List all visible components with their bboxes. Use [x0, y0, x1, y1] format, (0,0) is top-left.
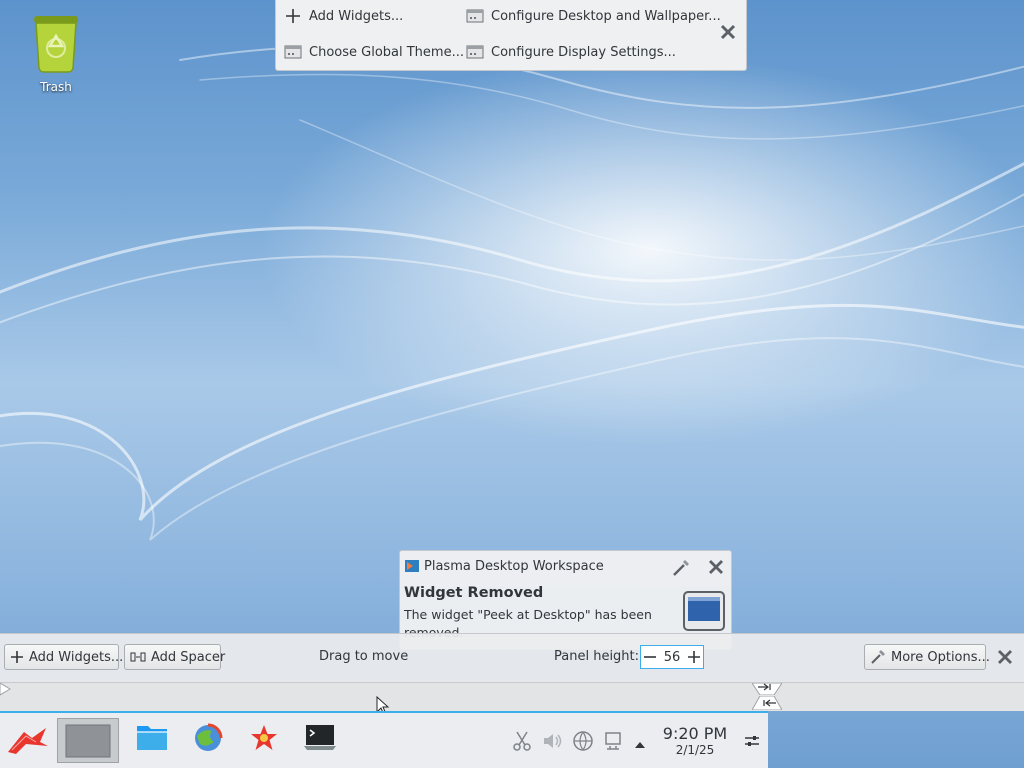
- toolbox-global-theme-label: Choose Global Theme...: [309, 44, 464, 60]
- browser-launcher[interactable]: [192, 722, 224, 758]
- min-length-handle[interactable]: [752, 696, 782, 710]
- plasma-app-icon: [405, 560, 419, 572]
- panel-config-close-button[interactable]: [995, 647, 1015, 671]
- app-icon: [251, 725, 277, 750]
- clipboard-tray-button[interactable]: [512, 730, 532, 756]
- panel-settings-button[interactable]: [744, 733, 760, 753]
- app-launcher-star[interactable]: [248, 722, 280, 758]
- toolbox-configure-desktop-label: Configure Desktop and Wallpaper...: [491, 8, 721, 24]
- toolbox-close-button[interactable]: [716, 20, 740, 44]
- panel-add-spacer-label: Add Spacer: [151, 649, 226, 665]
- clock-time: 9:20 PM: [662, 724, 728, 743]
- digital-clock[interactable]: 9:20 PM 2/1/25: [660, 725, 730, 758]
- terminal-launcher[interactable]: [304, 722, 336, 756]
- toolbox-global-theme[interactable]: Choose Global Theme...: [284, 38, 464, 66]
- window-icon: [65, 724, 111, 757]
- file-manager-icon: [137, 726, 167, 750]
- wrench-icon: [673, 560, 689, 576]
- notification-close-button[interactable]: [706, 557, 726, 581]
- panel-height-label: Panel height:: [554, 649, 640, 664]
- device-notifier-icon: [605, 732, 621, 750]
- task-window-active[interactable]: [57, 718, 119, 763]
- drag-to-move-handle[interactable]: Drag to move: [319, 649, 408, 664]
- notification-app-name: Plasma Desktop Workspace: [424, 559, 604, 574]
- notification-title: Widget Removed: [404, 585, 544, 601]
- plus-icon: [10, 650, 24, 664]
- device-notifier-tray-button[interactable]: [602, 730, 624, 756]
- clock-date: 2/1/25: [675, 743, 715, 757]
- theme-icon: [284, 43, 302, 61]
- notification-configure-button[interactable]: [670, 557, 692, 583]
- terminal-icon: [304, 725, 336, 750]
- browser-icon: [195, 723, 223, 751]
- expand-arrow-icon: [635, 742, 645, 748]
- toolbox-display-settings[interactable]: Configure Display Settings...: [466, 38, 676, 66]
- application-launcher-icon: [8, 728, 48, 754]
- trash-label: Trash: [40, 80, 72, 94]
- spacer-icon: [130, 651, 146, 663]
- more-options-button[interactable]: More Options...: [864, 644, 990, 670]
- network-tray-button[interactable]: [572, 730, 594, 756]
- plus-icon[interactable]: [687, 650, 701, 664]
- volume-tray-button[interactable]: [541, 730, 563, 756]
- clipboard-icon: [513, 731, 531, 751]
- display-icon: [466, 43, 484, 61]
- panel-add-spacer-button[interactable]: Add Spacer: [124, 644, 225, 670]
- toolbox-add-widgets-label: Add Widgets...: [309, 8, 404, 24]
- desktop-toolbox: Add Widgets... Configure Desktop and Wal…: [275, 0, 747, 71]
- more-options-label: More Options...: [891, 649, 990, 665]
- toolbox-display-settings-label: Configure Display Settings...: [491, 44, 676, 60]
- network-icon: [573, 731, 593, 751]
- panel-height-value: 56: [663, 649, 681, 665]
- trash-icon: [34, 16, 78, 73]
- panel-height-spinbox[interactable]: 56: [640, 645, 704, 669]
- toolbox-add-widgets[interactable]: Add Widgets...: [284, 2, 403, 30]
- desktop-trash[interactable]: Trash: [20, 10, 92, 94]
- panel-add-widgets-label: Add Widgets...: [29, 649, 124, 665]
- wrench-icon: [870, 649, 886, 665]
- panel-settings-icon: [745, 736, 759, 746]
- max-length-handle[interactable]: [752, 683, 782, 695]
- panel-configuration-bar: Add Widgets... Add Spacer Drag to move P…: [0, 633, 1024, 711]
- file-manager-launcher[interactable]: [136, 722, 168, 756]
- close-icon: [720, 24, 736, 40]
- taskbar-panel: 9:20 PM 2/1/25: [0, 711, 768, 768]
- toolbox-configure-desktop[interactable]: Configure Desktop and Wallpaper...: [466, 2, 721, 30]
- offset-slider-handle[interactable]: [0, 683, 12, 697]
- panel-ruler[interactable]: [0, 682, 1024, 711]
- tray-expand-button[interactable]: [634, 735, 646, 754]
- configure-icon: [466, 7, 484, 25]
- panel-add-widgets-button[interactable]: Add Widgets...: [4, 644, 123, 670]
- application-launcher-button[interactable]: [6, 722, 50, 762]
- plus-icon: [284, 7, 302, 25]
- volume-icon: [544, 734, 562, 748]
- desktop-thumbnail-icon: [683, 591, 725, 631]
- close-icon: [709, 560, 723, 574]
- close-icon: [998, 650, 1012, 664]
- minus-icon[interactable]: [643, 650, 657, 664]
